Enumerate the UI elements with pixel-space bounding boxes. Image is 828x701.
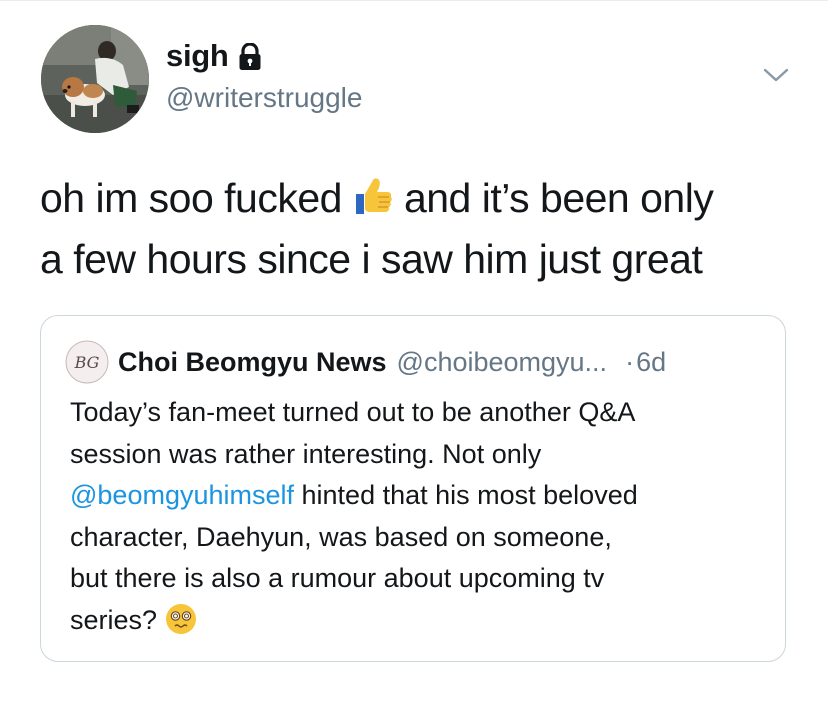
top-divider (0, 0, 828, 1)
quoted-body-segment: hinted that his most beloved (294, 480, 638, 510)
tweet-text-line-2: a few hours since i saw him just great (40, 236, 703, 282)
tweet-text-segment: and it’s been only (403, 175, 714, 221)
display-name-text: sigh (166, 38, 229, 73)
thumbs-up-emoji-icon (355, 178, 392, 214)
quoted-author-handle[interactable]: @choibeomgyu... (397, 347, 608, 378)
author-avatar[interactable] (41, 25, 149, 133)
quoted-separator-dot: · (625, 346, 635, 377)
tweet-text-segment: oh im soo fucked (40, 175, 342, 221)
quoted-avatar-logo-icon: BG (65, 340, 109, 384)
quoted-author-name[interactable]: Choi Beomgyu News (118, 347, 387, 378)
quoted-body-line-4: character, Daehyun, was based on someone… (70, 521, 612, 552)
mention-link[interactable]: @beomgyuhimself (70, 480, 294, 510)
author-handle[interactable]: @writerstruggle (166, 82, 362, 114)
quoted-tweet-header: BG Choi Beomgyu News @choibeomgyu... · 6… (65, 340, 666, 384)
quoted-body-line-5: but there is also a rumour about upcomin… (70, 563, 605, 593)
tweet-text-line-1: oh im soo fucked and it’s been only (40, 168, 800, 229)
avatar-photo-icon (41, 25, 149, 133)
quoted-avatar-text: BG (74, 353, 100, 372)
quoted-body-line-6: series? (70, 600, 770, 642)
lock-icon (238, 42, 262, 71)
dizzy-face-emoji-icon (166, 603, 197, 634)
author-display-name[interactable]: sigh (166, 38, 262, 74)
quoted-body-line-2: session was rather interesting. Not only (70, 438, 542, 469)
quoted-timestamp[interactable]: 6d (636, 347, 666, 378)
quoted-tweet-body: Today’s fan-meet turned out to be anothe… (70, 392, 770, 641)
quoted-body-segment: series? (70, 604, 158, 635)
chevron-down-icon[interactable] (762, 66, 790, 84)
quoted-body-line-1: Today’s fan-meet turned out to be anothe… (70, 397, 636, 427)
quoted-tweet-card[interactable]: BG Choi Beomgyu News @choibeomgyu... · 6… (40, 315, 786, 662)
quoted-author-avatar[interactable]: BG (65, 340, 109, 384)
tweet-text: oh im soo fucked and it’s been only a fe… (40, 168, 800, 290)
quoted-body-line-3: @beomgyuhimself hinted that his most bel… (70, 475, 770, 517)
